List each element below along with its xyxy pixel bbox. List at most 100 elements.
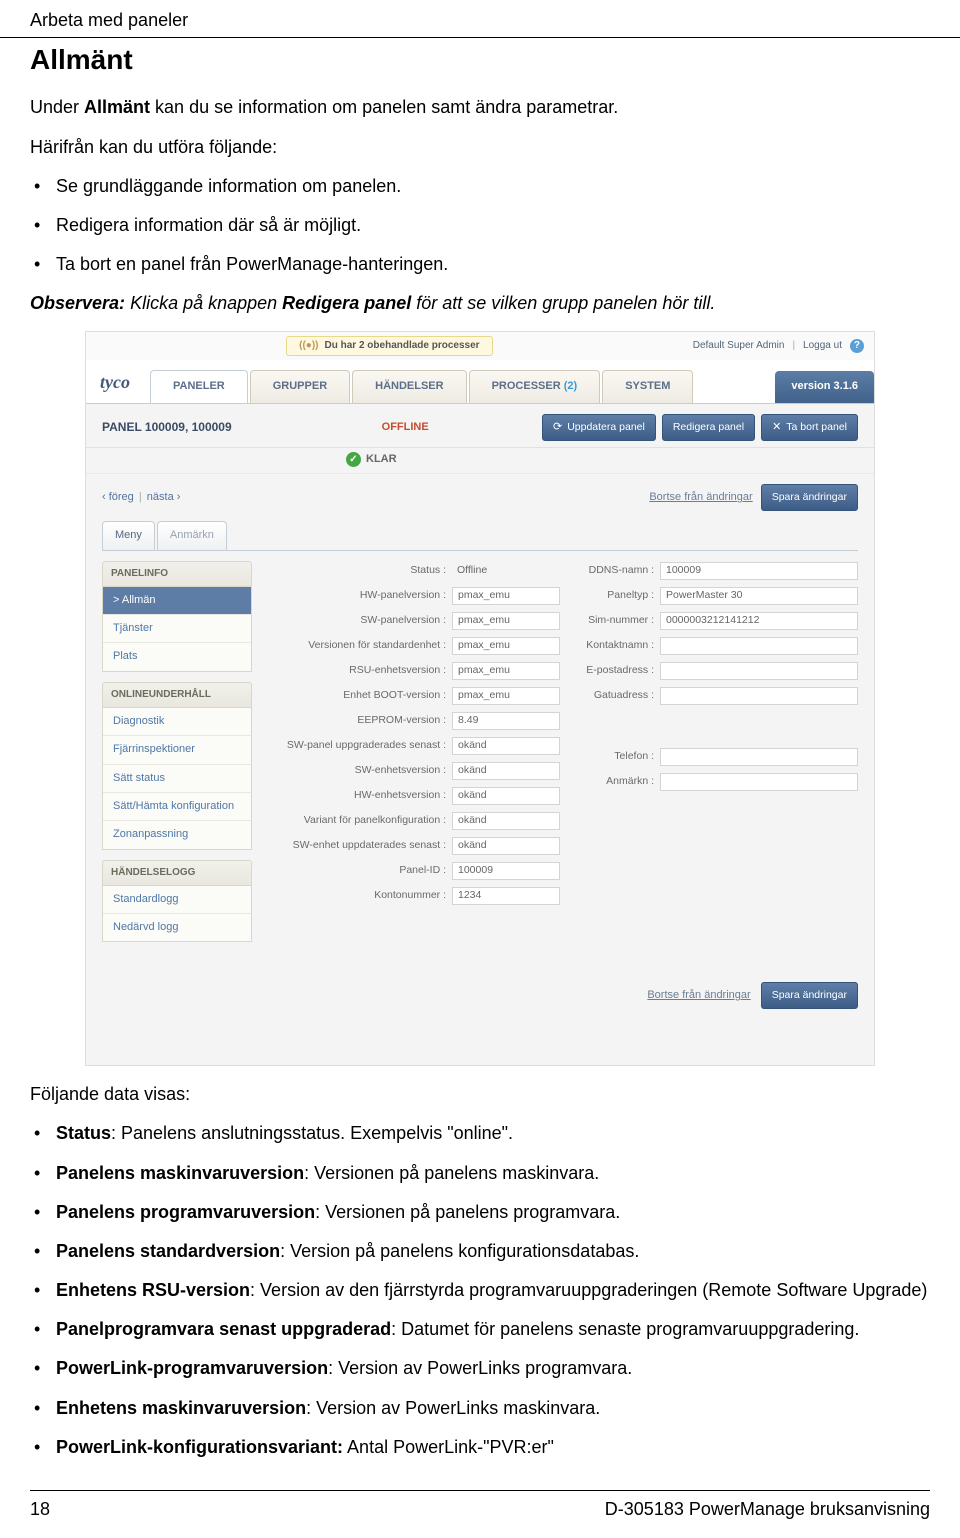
process-notification[interactable]: ((●)) Du har 2 obehandlade processer xyxy=(286,336,492,356)
tab-processer[interactable]: PROCESSER (2) xyxy=(469,370,601,402)
field-label: DDNS-namn : xyxy=(570,563,660,578)
sidebar-item[interactable]: Sätt/Hämta konfiguration xyxy=(103,793,251,821)
save-button-bottom[interactable]: Spara ändringar xyxy=(761,982,858,1009)
form-col-right: DDNS-namn :100009Paneltyp :PowerMaster 3… xyxy=(570,561,858,953)
sidebar-item[interactable]: Diagnostik xyxy=(103,708,251,736)
subtab-remark[interactable]: Anmärkn xyxy=(157,521,227,549)
sidebar-item[interactable]: Fjärrinspektioner xyxy=(103,736,251,764)
tab-paneler[interactable]: PANELER xyxy=(150,370,248,402)
form-row: Anmärkn : xyxy=(570,772,858,792)
field-value[interactable]: pmax_emu xyxy=(452,637,560,655)
app-top-bar: ((●)) Du har 2 obehandlade processer Def… xyxy=(86,332,874,360)
pagination-links: ‹ föreg | nästa › xyxy=(102,490,180,505)
process-msg: Du har 2 obehandlade processer xyxy=(325,339,480,353)
definition-item: Panelens standardversion: Version på pan… xyxy=(56,1239,930,1264)
field-label: Panel-ID : xyxy=(272,863,452,878)
form-col-left: Status :Offline HW-panelversion :pmax_emu… xyxy=(272,561,560,953)
tab-handelser[interactable]: HÄNDELSER xyxy=(352,370,466,402)
sidebar-item[interactable]: Sätt status xyxy=(103,765,251,793)
header-buttons: ⟳Uppdatera panel Redigera panel ✕Ta bort… xyxy=(542,414,858,441)
intro-bullet-list: Se grundläggande information om panelen.… xyxy=(30,174,930,278)
field-value[interactable]: okänd xyxy=(452,737,560,755)
help-icon[interactable]: ? xyxy=(850,339,864,353)
edit-panel-button[interactable]: Redigera panel xyxy=(662,414,755,441)
form-row: RSU-enhetsversion :pmax_emu xyxy=(272,661,560,681)
form-row: Kontonummer :1234 xyxy=(272,886,560,906)
close-icon: ✕ xyxy=(772,420,781,435)
field-value[interactable]: pmax_emu xyxy=(452,662,560,680)
sidebar-item[interactable]: Zonanpassning xyxy=(103,821,251,848)
discard-link-bottom[interactable]: Bortse från ändringar xyxy=(647,988,750,1003)
sidebar-item[interactable]: Plats xyxy=(103,643,251,670)
form-row: Status :Offline xyxy=(272,561,560,581)
field-value[interactable]: pmax_emu xyxy=(452,687,560,705)
field-value[interactable]: 8.49 xyxy=(452,712,560,730)
form-row: HW-panelversion :pmax_emu xyxy=(272,586,560,606)
definition-item: Status: Panelens anslutningsstatus. Exem… xyxy=(56,1121,930,1146)
field-label: EEPROM-version : xyxy=(272,713,452,728)
field-value[interactable] xyxy=(660,687,858,705)
field-value[interactable]: PowerMaster 30 xyxy=(660,587,858,605)
sidebar-item[interactable]: Standardlogg xyxy=(103,886,251,914)
definition-list: Status: Panelens anslutningsstatus. Exem… xyxy=(30,1121,930,1460)
subtab-menu[interactable]: Meny xyxy=(102,521,155,549)
refresh-panel-button[interactable]: ⟳Uppdatera panel xyxy=(542,414,656,441)
field-value[interactable] xyxy=(660,748,858,766)
tab-processer-count: (2) xyxy=(564,380,577,392)
definition-item: PowerLink-programvaruversion: Version av… xyxy=(56,1356,930,1381)
subtab-underline xyxy=(102,550,858,551)
field-value[interactable]: pmax_emu xyxy=(452,587,560,605)
remove-panel-button[interactable]: ✕Ta bort panel xyxy=(761,414,858,441)
form-row: Sim-nummer :0000003212141212 xyxy=(570,611,858,631)
panel-header-row: PANEL 100009, 100009 OFFLINE ⟳Uppdatera … xyxy=(86,404,874,448)
note-paragraph: Observera: Klicka på knappen Redigera pa… xyxy=(30,291,930,316)
discard-link[interactable]: Bortse från ändringar xyxy=(649,490,752,505)
field-value[interactable]: okänd xyxy=(452,812,560,830)
field-value[interactable]: okänd xyxy=(452,837,560,855)
field-value[interactable]: pmax_emu xyxy=(452,612,560,630)
field-value[interactable]: okänd xyxy=(452,762,560,780)
field-value[interactable]: 1234 xyxy=(452,887,560,905)
side-head-eventlog: HÄNDELSELOGG xyxy=(102,860,252,886)
field-value: Offline xyxy=(452,563,560,578)
note-mid: Klicka på knappen xyxy=(125,293,282,313)
next-link[interactable]: nästa › xyxy=(147,491,181,503)
status-offline: OFFLINE xyxy=(382,420,429,435)
field-label: Enhet BOOT-version : xyxy=(272,688,452,703)
form-row: EEPROM-version :8.49 xyxy=(272,711,560,731)
field-value[interactable] xyxy=(660,637,858,655)
field-label: Variant för panelkonfiguration : xyxy=(272,813,452,828)
field-label: Anmärkn : xyxy=(570,774,660,789)
field-value[interactable]: 0000003212141212 xyxy=(660,612,858,630)
tab-system[interactable]: SYSTEM xyxy=(602,370,693,402)
body-columns: PANELINFO > AllmänTjänsterPlats ONLINEUN… xyxy=(86,561,874,953)
form-row: Enhet BOOT-version :pmax_emu xyxy=(272,686,560,706)
form-row: Panel-ID :100009 xyxy=(272,861,560,881)
save-button-top[interactable]: Spara ändringar xyxy=(761,484,858,511)
prev-link[interactable]: ‹ föreg xyxy=(102,491,134,503)
check-icon: ✓ xyxy=(346,452,361,467)
field-value[interactable] xyxy=(660,773,858,791)
logout-link[interactable]: Logga ut xyxy=(803,339,842,353)
edit-label: Redigera panel xyxy=(673,420,744,435)
sidebar-item[interactable]: > Allmän xyxy=(103,587,251,615)
ready-label: KLAR xyxy=(366,452,397,467)
brand-logo: tyco xyxy=(100,366,150,403)
sidebar-item[interactable]: Nedärvd logg xyxy=(103,914,251,941)
field-label: Versionen för standardenhet : xyxy=(272,638,452,653)
intro-para-1: Under Allmänt kan du se information om p… xyxy=(30,95,930,120)
field-value[interactable]: 100009 xyxy=(452,862,560,880)
side-head-online: ONLINEUNDERHÅLL xyxy=(102,682,252,708)
field-value[interactable] xyxy=(660,662,858,680)
tab-grupper[interactable]: GRUPPER xyxy=(250,370,350,402)
field-label: Status : xyxy=(272,563,452,578)
field-label: Kontaktnamn : xyxy=(570,638,660,653)
brand-nav-row: tyco PANELER GRUPPER HÄNDELSER PROCESSER… xyxy=(86,360,874,404)
field-value[interactable]: 100009 xyxy=(660,562,858,580)
side-list-panelinfo: > AllmänTjänsterPlats xyxy=(102,587,252,672)
field-label: SW-panelversion : xyxy=(272,613,452,628)
section-title: Allmänt xyxy=(0,38,960,85)
field-value[interactable]: okänd xyxy=(452,787,560,805)
sidebar-item[interactable]: Tjänster xyxy=(103,615,251,643)
bullet-item: Redigera information där så är möjligt. xyxy=(56,213,930,238)
